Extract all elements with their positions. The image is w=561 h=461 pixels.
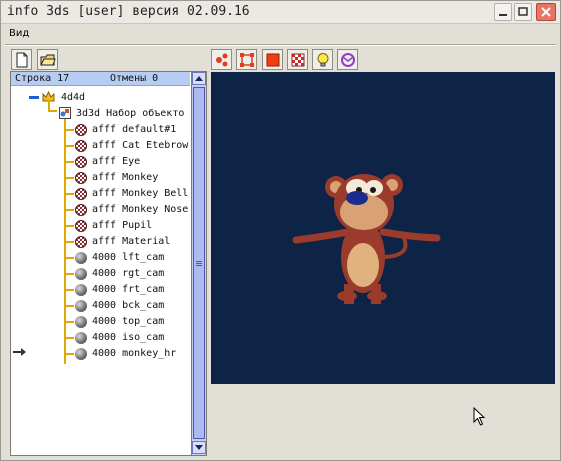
object-icon bbox=[75, 316, 87, 328]
solid-fill-icon bbox=[266, 53, 280, 67]
tree-connector bbox=[48, 110, 57, 112]
tree-connector bbox=[64, 225, 74, 227]
current-row-arrow-icon bbox=[13, 348, 26, 356]
tree-item-label: afff Cat Etebrow bbox=[92, 140, 189, 151]
grip-line bbox=[196, 261, 202, 262]
scroll-thumb[interactable] bbox=[193, 87, 205, 439]
tree-item-label: 4000 lft_cam bbox=[92, 252, 165, 263]
scroll-up-button[interactable] bbox=[192, 72, 206, 85]
monkey-model bbox=[292, 174, 441, 304]
tree-scrollbar[interactable] bbox=[191, 72, 206, 455]
close-button[interactable] bbox=[536, 3, 556, 21]
tree-connector bbox=[64, 193, 74, 195]
3d-viewport[interactable] bbox=[211, 72, 555, 384]
tree-connector bbox=[64, 289, 74, 291]
scene-objects-icon bbox=[59, 107, 71, 119]
grip-line bbox=[196, 263, 202, 264]
tree-connector bbox=[64, 337, 74, 339]
tree-connector bbox=[64, 161, 74, 163]
tree-connector bbox=[64, 145, 74, 147]
tree-item-label: afff Monkey Bell bbox=[92, 188, 189, 199]
collapse-icon[interactable] bbox=[29, 96, 39, 99]
object-icon bbox=[75, 300, 87, 312]
tree-connector bbox=[64, 257, 74, 259]
new-document-icon bbox=[16, 52, 28, 68]
material-icon bbox=[75, 156, 87, 168]
scene-tree-panel: Строка 17 Отмены 0 4d4d 3d3d Набор объек bbox=[10, 71, 207, 456]
tree-connector bbox=[64, 209, 74, 211]
object-icon bbox=[75, 284, 87, 296]
open-folder-icon bbox=[40, 54, 56, 66]
material-icon bbox=[75, 236, 87, 248]
tree-item-label: afff Eye bbox=[92, 156, 141, 167]
object-icon bbox=[75, 348, 87, 360]
tree-item-label: 4000 frt_cam bbox=[92, 284, 165, 295]
material-icon bbox=[75, 188, 87, 200]
bounding-box-icon bbox=[240, 53, 254, 67]
rotate-icon bbox=[341, 53, 355, 67]
tree-connector bbox=[64, 129, 74, 131]
open-file-button[interactable] bbox=[37, 49, 58, 70]
tree-item-label: 4000 top_cam bbox=[92, 316, 165, 327]
bounding-box-button[interactable] bbox=[236, 49, 257, 70]
tree-item-label: 4000 rgt_cam bbox=[92, 268, 165, 279]
rotate-button[interactable] bbox=[337, 49, 358, 70]
tree-item-label: 4000 iso_cam bbox=[92, 332, 165, 343]
minimize-icon bbox=[499, 14, 507, 16]
undo-counter: Отмены 0 bbox=[110, 73, 159, 84]
arrow-up-icon bbox=[195, 76, 203, 81]
tree-item-label: afff Pupil bbox=[92, 220, 153, 231]
scene-tree: 4d4d 3d3d Набор объекто afff default#1 af… bbox=[11, 88, 190, 454]
material-icon bbox=[75, 220, 87, 232]
tree-connector bbox=[64, 177, 74, 179]
tree-item-label: afff default#1 bbox=[92, 124, 177, 135]
tree-item-label: 4000 monkey_hr bbox=[92, 348, 177, 359]
maximize-icon bbox=[518, 7, 528, 16]
arrow-down-icon bbox=[195, 445, 203, 450]
panel-status-bar: Строка 17 Отмены 0 bbox=[11, 72, 190, 86]
object-icon bbox=[75, 252, 87, 264]
texture-checker-icon bbox=[291, 53, 305, 67]
menu-divider bbox=[5, 44, 556, 46]
object-icon bbox=[75, 268, 87, 280]
menu-view[interactable]: Вид bbox=[9, 28, 29, 39]
nodes-button[interactable] bbox=[211, 49, 232, 70]
texture-button[interactable] bbox=[287, 49, 308, 70]
mouse-cursor-icon bbox=[473, 407, 486, 426]
tree-connector bbox=[64, 241, 74, 243]
line-counter: Строка 17 bbox=[15, 73, 70, 84]
menu-bar: Вид bbox=[1, 25, 560, 43]
tree-connector bbox=[64, 305, 74, 307]
window-title: info 3ds [user] версия 02.09.16 bbox=[7, 4, 250, 19]
title-bar[interactable]: info 3ds [user] версия 02.09.16 bbox=[1, 1, 560, 24]
tree-item-label: 4000 bck_cam bbox=[92, 300, 165, 311]
nodes-icon bbox=[216, 53, 228, 67]
minimize-button[interactable] bbox=[494, 3, 512, 21]
light-button[interactable] bbox=[312, 49, 333, 70]
material-icon bbox=[75, 140, 87, 152]
maximize-button[interactable] bbox=[514, 3, 532, 21]
solid-fill-button[interactable] bbox=[262, 49, 283, 70]
new-document-button[interactable] bbox=[11, 49, 32, 70]
tree-root-label: 4d4d bbox=[61, 92, 86, 103]
tree-scene-label: 3d3d Набор объекто bbox=[76, 108, 185, 119]
light-bulb-icon bbox=[317, 53, 329, 67]
material-icon bbox=[75, 204, 87, 216]
tree-item-label: afff Monkey bbox=[92, 172, 159, 183]
app-window: info 3ds [user] версия 02.09.16 Вид Стро… bbox=[0, 0, 561, 461]
material-icon bbox=[75, 124, 87, 136]
close-icon bbox=[541, 7, 551, 17]
scroll-down-button[interactable] bbox=[192, 441, 206, 454]
tree-item-label: afff Material bbox=[92, 236, 171, 247]
grip-line bbox=[196, 265, 202, 266]
tree-item-label: afff Monkey Nose bbox=[92, 204, 189, 215]
tree-connector bbox=[64, 353, 74, 355]
material-icon bbox=[75, 172, 87, 184]
tree-connector bbox=[64, 321, 74, 323]
object-icon bbox=[75, 332, 87, 344]
tree-connector bbox=[64, 273, 74, 275]
